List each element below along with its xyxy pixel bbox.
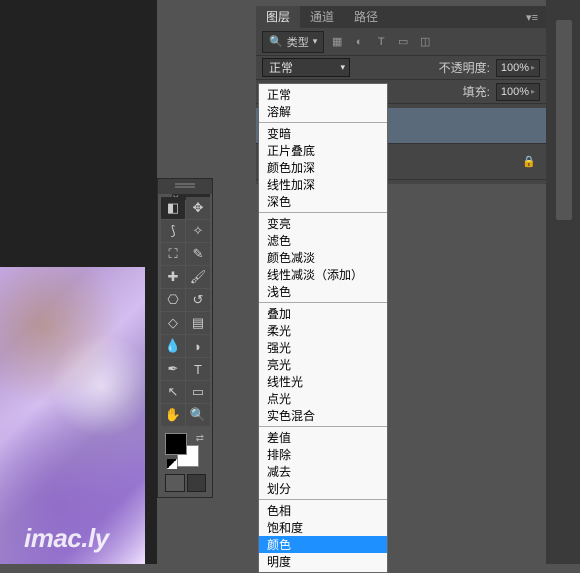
watermark: imac.ly [24,523,109,554]
filter-kind-label: 类型 [287,34,309,50]
tool-lasso[interactable]: ⟆ [161,220,185,242]
blend-mode-menu: 正常溶解变暗正片叠底颜色加深线性加深深色变亮滤色颜色减淡线性减淡（添加）浅色叠加… [258,83,388,573]
canvas-image[interactable] [0,267,145,564]
blend-mode-item[interactable]: 滤色 [259,232,387,249]
tool-path[interactable]: ↖ [161,381,185,403]
fill-input[interactable]: 100% [496,83,540,101]
blend-mode-item[interactable]: 线性加深 [259,176,387,193]
blend-mode-item[interactable]: 颜色加深 [259,159,387,176]
blend-mode-item[interactable]: 强光 [259,339,387,356]
blend-mode-item[interactable]: 明度 [259,553,387,570]
tool-gradient[interactable]: ▤ [186,312,210,334]
layer-filter-row: 🔍 类型 ▦ ◐ T ▭ ◫ [256,28,546,56]
blend-mode-item[interactable]: 线性减淡（添加） [259,266,387,283]
swap-colors-icon[interactable]: ⇄ [196,433,204,444]
blend-mode-item[interactable]: 线性光 [259,373,387,390]
blend-mode-dropdown[interactable]: 正常 [262,58,350,77]
blend-mode-item[interactable]: 变亮 [259,215,387,232]
blend-mode-item[interactable]: 正常 [259,86,387,103]
tool-pen[interactable]: ✒ [161,358,185,380]
tab-channels[interactable]: 通道 [300,6,344,28]
blend-mode-item[interactable]: 点光 [259,390,387,407]
lock-icon: 🔒 [522,155,536,168]
blend-row: 正常 不透明度: 100% [256,56,546,80]
tool-crop[interactable]: ⛶ [161,243,185,265]
scrollbar-right[interactable] [546,0,580,564]
tool-brush[interactable]: 🖌 [186,266,210,288]
tool-move[interactable]: ✥ [186,197,210,219]
tool-shape[interactable]: ▭ [186,381,210,403]
tool-hand[interactable]: ✋ [161,404,185,426]
blend-mode-item[interactable]: 柔光 [259,322,387,339]
tool-type[interactable]: T [186,358,210,380]
blend-mode-item[interactable]: 划分 [259,480,387,497]
panel-menu-icon[interactable]: ▾≡ [518,11,546,24]
tab-layers[interactable]: 图层 [256,6,300,28]
screen-mode-mask[interactable] [187,474,207,492]
blend-mode-item[interactable]: 实色混合 [259,407,387,424]
blend-mode-item[interactable]: 深色 [259,193,387,210]
fill-label: 填充: [463,83,490,100]
tool-eyedropper[interactable]: ✎ [186,243,210,265]
tool-panel: ◧✥⟆✧⛶✎✚🖌⎔↺◇▤💧◗✒T↖▭✋🔍 ⇄ [157,178,213,498]
foreground-color[interactable] [165,433,187,455]
blend-mode-item[interactable]: 溶解 [259,103,387,120]
blend-mode-item[interactable]: 减去 [259,463,387,480]
filter-kind-dropdown[interactable]: 🔍 类型 [262,31,324,53]
tool-marquee[interactable]: ◧ [161,197,185,219]
tool-history[interactable]: ↺ [186,289,210,311]
blend-current-label: 正常 [269,59,293,76]
screen-mode-standard[interactable] [165,474,185,492]
filter-shape-icon[interactable]: ▭ [394,33,412,51]
blend-mode-item[interactable]: 颜色减淡 [259,249,387,266]
blend-mode-item[interactable]: 亮光 [259,356,387,373]
opacity-label: 不透明度: [439,59,490,76]
color-swatch[interactable]: ⇄ [161,431,210,471]
blend-mode-item[interactable]: 颜色 [259,536,387,553]
blend-mode-item[interactable]: 差值 [259,429,387,446]
tool-eraser[interactable]: ◇ [161,312,185,334]
filter-pixel-icon[interactable]: ▦ [328,33,346,51]
tool-zoom[interactable]: 🔍 [186,404,210,426]
tool-wand[interactable]: ✧ [186,220,210,242]
blend-mode-item[interactable]: 排除 [259,446,387,463]
default-colors-icon[interactable] [167,459,177,469]
blend-mode-item[interactable]: 饱和度 [259,519,387,536]
blend-mode-item[interactable]: 色相 [259,502,387,519]
panel-tabs: 图层 通道 路径 ▾≡ [256,6,546,28]
blend-mode-item[interactable]: 变暗 [259,125,387,142]
tool-heal[interactable]: ✚ [161,266,185,288]
tool-stamp[interactable]: ⎔ [161,289,185,311]
opacity-input[interactable]: 100% [496,59,540,77]
blend-mode-item[interactable]: 浅色 [259,283,387,300]
tool-blur[interactable]: 💧 [161,335,185,357]
blend-mode-item[interactable]: 叠加 [259,305,387,322]
tab-paths[interactable]: 路径 [344,6,388,28]
tool-panel-grip[interactable] [158,179,212,194]
blend-mode-item[interactable]: 正片叠底 [259,142,387,159]
tool-dodge[interactable]: ◗ [186,335,210,357]
canvas-area [0,0,157,564]
filter-smart-icon[interactable]: ◫ [416,33,434,51]
search-icon: 🔍 [269,35,283,48]
filter-type-icon[interactable]: T [372,33,390,51]
filter-adjust-icon[interactable]: ◐ [350,33,368,51]
